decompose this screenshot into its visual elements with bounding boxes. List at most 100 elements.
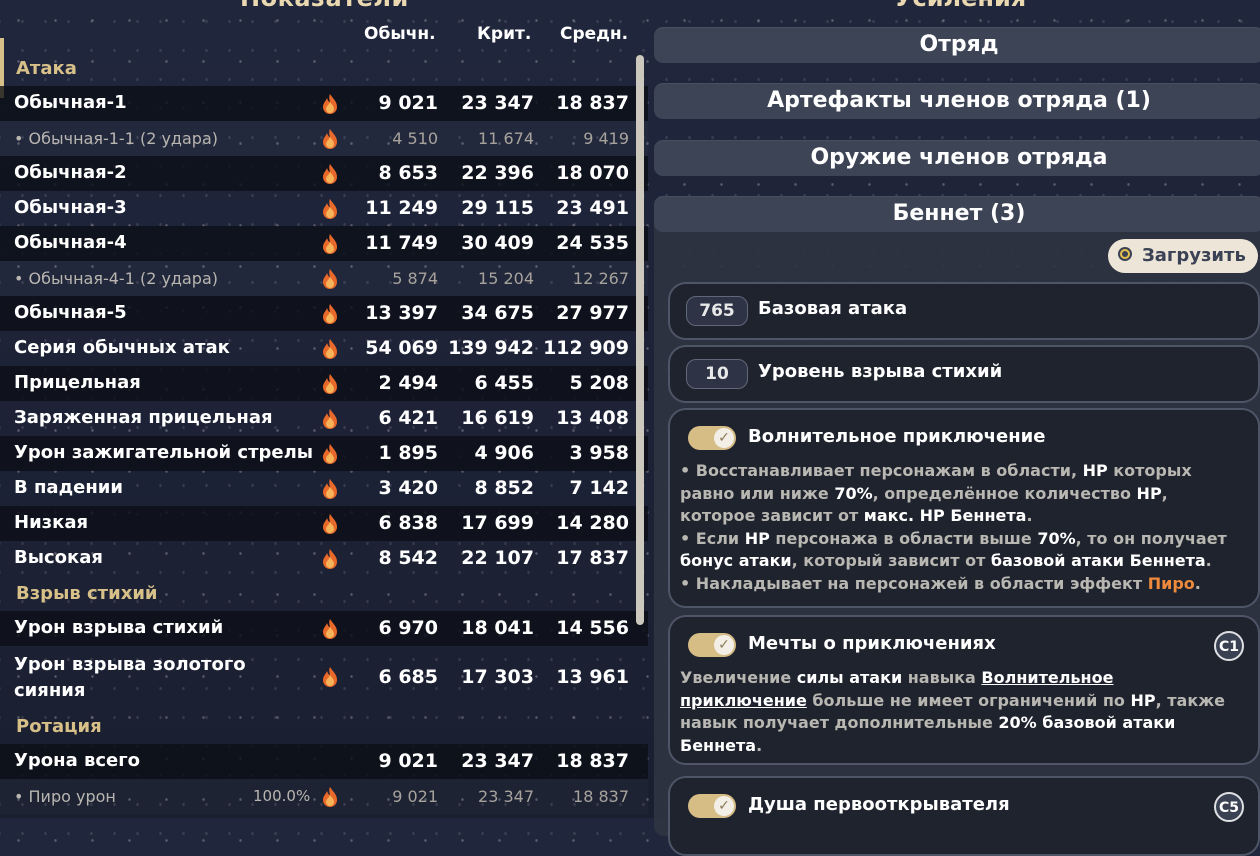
value-normal: 2 494 (378, 372, 439, 394)
table-row[interactable]: Урона всего 9 021 23 347 18 837 (0, 744, 648, 779)
table-row[interactable]: В падении 3 420 8 852 7 142 (0, 471, 648, 506)
team-section-header[interactable]: Отряд (654, 27, 1260, 63)
value-average: 3 958 (569, 442, 630, 464)
burst-level-label: Уровень взрыва стихий (758, 361, 1003, 382)
base-attack-card: 765 Базовая атака (668, 282, 1260, 340)
buff-toggle[interactable]: ✓ (688, 633, 736, 657)
row-name: Обычная-4 (14, 232, 127, 253)
column-header-normal: Обычн. (364, 24, 436, 44)
value-average: 14 280 (556, 512, 629, 534)
bennett-section-header[interactable]: Беннет (3) (654, 196, 1260, 232)
value-average: 23 491 (556, 197, 629, 219)
pyro-flame-icon (323, 339, 337, 359)
table-row[interactable]: • Обычная-1-1 (2 удара) 4 510 11 674 9 4… (0, 121, 648, 156)
row-name: Обычная-5 (14, 302, 127, 323)
row-name: Обычная-2 (14, 162, 127, 183)
value-normal: 8 542 (378, 547, 439, 569)
team-weapons-header[interactable]: Оружие членов отряда (654, 140, 1260, 176)
stats-panel: Показатели Обычн. Крит. Средн. Атака Обы… (0, 0, 650, 818)
base-attack-input[interactable]: 765 (686, 296, 748, 326)
value-normal: 4 510 (392, 129, 438, 148)
row-name: Высокая (14, 547, 103, 568)
pyro-flame-icon (323, 199, 337, 219)
pyro-flame-icon (323, 164, 337, 184)
column-header-average: Средн. (560, 24, 629, 44)
check-icon: ✓ (714, 428, 734, 448)
load-circle-icon (1118, 247, 1132, 261)
constellation-badge: C1 (1214, 631, 1244, 661)
stats-scrollbar[interactable] (636, 55, 644, 625)
table-row[interactable]: Урон взрыва золотого сияния 6 685 17 303… (0, 648, 648, 708)
value-normal: 6 685 (378, 666, 439, 688)
value-average: 17 837 (556, 547, 629, 569)
value-average: 112 909 (543, 337, 629, 359)
buff-description: Увеличение силы атаки навыка Волнительно… (680, 668, 1225, 755)
row-name: Прицельная (14, 372, 141, 393)
base-attack-label: Базовая атака (758, 298, 908, 319)
table-row[interactable]: • Пиро урон 100.0% 9 021 23 347 18 837 (0, 779, 648, 814)
value-crit: 18 041 (461, 617, 534, 639)
value-average: 18 837 (573, 787, 629, 806)
row-name: Обычная-1 (14, 92, 127, 113)
value-average: 5 208 (569, 372, 630, 394)
buff-card-explorer-soul: ✓ Душа первооткрывателя C5 (668, 776, 1260, 856)
load-button[interactable]: Загрузить (1108, 239, 1258, 273)
value-crit: 16 619 (461, 407, 534, 429)
pyro-flame-icon (323, 374, 337, 394)
value-average: 7 142 (569, 477, 630, 499)
pyro-percent: 100.0% (253, 787, 311, 805)
table-row[interactable]: Обычная-4 11 749 30 409 24 535 (0, 226, 648, 261)
pyro-flame-icon (323, 514, 337, 534)
row-name: Урон взрыва стихий (14, 617, 224, 638)
value-normal: 11 749 (365, 232, 438, 254)
table-row[interactable]: Серия обычных атак 54 069 139 942 112 90… (0, 331, 648, 366)
table-row[interactable]: Обычная-2 8 653 22 396 18 070 (0, 156, 648, 191)
value-crit: 15 204 (478, 269, 534, 288)
row-name: • Обычная-4-1 (2 удара) (14, 269, 218, 288)
buff-card-fantastic-voyage: ✓ Волнительное приключение • Восстанавли… (668, 408, 1260, 608)
check-icon: ✓ (714, 796, 734, 816)
table-row[interactable]: Высокая 8 542 22 107 17 837 (0, 541, 648, 576)
table-row[interactable]: Заряженная прицельная 6 421 16 619 13 40… (0, 401, 648, 436)
table-row[interactable]: Низкая 6 838 17 699 14 280 (0, 506, 648, 541)
value-crit: 17 699 (461, 512, 534, 534)
value-average: 9 419 (583, 129, 629, 148)
pyro-flame-icon (323, 94, 337, 114)
team-artifacts-header[interactable]: Артефакты членов отряда (1) (654, 83, 1260, 119)
value-normal: 6 970 (378, 617, 439, 639)
table-row[interactable]: Обычная-5 13 397 34 675 27 977 (0, 296, 648, 331)
buff-toggle[interactable]: ✓ (688, 794, 736, 818)
value-normal: 8 653 (378, 162, 439, 184)
value-normal: 54 069 (365, 337, 438, 359)
value-average: 24 535 (556, 232, 629, 254)
value-crit: 34 675 (461, 302, 534, 324)
value-crit: 6 455 (474, 372, 535, 394)
table-row[interactable]: Обычная-1 9 021 23 347 18 837 (0, 86, 648, 121)
value-normal: 11 249 (365, 197, 438, 219)
buffs-panel: Усиления Отряд Артефакты членов отряда (… (648, 0, 1260, 856)
burst-level-card: 10 Уровень взрыва стихий (668, 345, 1260, 403)
value-crit: 139 942 (448, 337, 534, 359)
table-row[interactable]: Обычная-3 11 249 29 115 23 491 (0, 191, 648, 226)
table-row[interactable]: Урон зажигательной стрелы 1 895 4 906 3 … (0, 436, 648, 471)
value-average: 18 070 (556, 162, 629, 184)
value-crit: 23 347 (478, 787, 534, 806)
buff-toggle[interactable]: ✓ (688, 426, 736, 450)
value-crit: 4 906 (474, 442, 535, 464)
value-average: 12 267 (573, 269, 629, 288)
table-row[interactable]: • Обычная-4-1 (2 удара) 5 874 15 204 12 … (0, 261, 648, 296)
buff-title: Мечты о приключениях (748, 633, 996, 654)
row-name: Урон зажигательной стрелы (14, 442, 314, 463)
pyro-flame-icon (323, 129, 337, 149)
value-normal: 9 021 (392, 787, 438, 806)
value-normal: 6 421 (378, 407, 439, 429)
pyro-flame-icon (323, 479, 337, 499)
check-icon: ✓ (714, 635, 734, 655)
section-attack: Атака (16, 58, 77, 79)
burst-level-input[interactable]: 10 (686, 359, 748, 389)
row-name: Низкая (14, 512, 89, 533)
pyro-flame-icon (323, 409, 337, 429)
table-row[interactable]: Урон взрыва стихий 6 970 18 041 14 556 (0, 611, 648, 646)
table-row[interactable]: Прицельная 2 494 6 455 5 208 (0, 366, 648, 401)
buffs-panel-title: Усиления (894, 0, 1026, 12)
